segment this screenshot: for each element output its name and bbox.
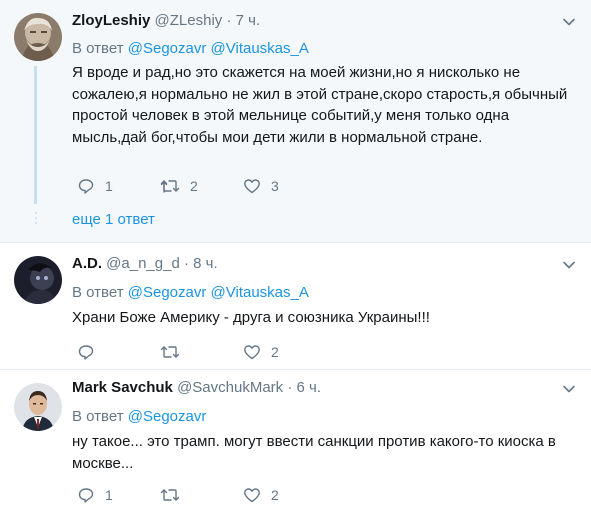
reply-icon [78, 179, 94, 194]
like-icon [244, 488, 260, 503]
username[interactable]: @a_n_g_d [106, 255, 180, 272]
like-icon [244, 179, 260, 194]
username[interactable]: @SavchukMark [177, 379, 283, 396]
tweet-actions: 2 [72, 341, 492, 363]
reply-button[interactable] [77, 341, 105, 363]
retweet-icon [160, 489, 180, 501]
tweet-text: Храни Боже Америку - друга и союзника Ук… [72, 309, 430, 326]
tweet-zloyleshiy[interactable]: ZloyLeshiy @ZLeshiy · 7 ч. В ответ @Sego… [0, 0, 591, 242]
timestamp[interactable]: 8 ч. [193, 255, 218, 272]
reply-icon [78, 345, 94, 360]
timestamp[interactable]: 6 ч. [297, 379, 322, 396]
like-count: 2 [271, 487, 279, 503]
reply-prefix: В ответ [72, 40, 124, 57]
reply-button[interactable]: 1 [77, 175, 113, 197]
tweet-text: Я вроде и рад,но это скажется на моей жи… [72, 64, 568, 146]
like-count: 2 [271, 344, 279, 360]
like-button[interactable]: 3 [243, 175, 279, 197]
like-icon [244, 345, 260, 360]
chevron-down-icon[interactable] [562, 258, 576, 272]
mention-link[interactable]: @Vitauskas_A [211, 284, 309, 301]
tweet-header: A.D. @a_n_g_d · 8 ч. [72, 254, 218, 274]
separator-dot: · [287, 379, 293, 396]
reply-context: В ответ @Segozavr @Vitauskas_A [72, 39, 309, 59]
mention-link[interactable]: @Segozavr [128, 284, 207, 301]
reply-prefix: В ответ [72, 408, 124, 425]
chevron-down-icon[interactable] [562, 15, 576, 29]
timestamp[interactable]: 7 ч. [236, 12, 261, 29]
reply-icon [78, 488, 94, 503]
mention-link[interactable]: @Segozavr [128, 40, 207, 57]
avatar[interactable] [14, 383, 62, 431]
reply-count: 1 [105, 487, 113, 503]
tweet-a-d[interactable]: A.D. @a_n_g_d · 8 ч. В ответ @Segozavr @… [0, 243, 591, 369]
tweet-actions: 1 2 3 [72, 175, 492, 197]
chevron-down-icon[interactable] [562, 382, 576, 396]
retweet-button[interactable] [160, 341, 190, 363]
tweet-text: ну такое... это трамп. могут ввести санк… [72, 433, 556, 472]
reply-button[interactable]: 1 [77, 484, 113, 506]
reply-count: 1 [105, 178, 113, 194]
username[interactable]: @ZLeshiy [155, 12, 223, 29]
show-more-replies-link[interactable]: еще 1 ответ [72, 210, 155, 230]
avatar[interactable] [14, 13, 62, 61]
tweet-mark-savchuk[interactable]: Mark Savchuk @SavchukMark · 6 ч. В ответ… [0, 370, 591, 512]
retweet-count: 2 [190, 178, 198, 194]
display-name[interactable]: Mark Savchuk [72, 379, 173, 396]
tweet-header: Mark Savchuk @SavchukMark · 6 ч. [72, 378, 321, 398]
retweet-icon [160, 346, 180, 358]
mention-link[interactable]: @Vitauskas_A [211, 40, 309, 57]
tweet-header: ZloyLeshiy @ZLeshiy · 7 ч. [72, 11, 260, 31]
mention-link[interactable]: @Segozavr [128, 408, 207, 425]
display-name[interactable]: A.D. [72, 255, 102, 272]
reply-context: В ответ @Segozavr @Vitauskas_A [72, 283, 309, 303]
reply-prefix: В ответ [72, 284, 124, 301]
reply-context: В ответ @Segozavr [72, 407, 206, 427]
separator-dot: · [183, 255, 189, 272]
like-button[interactable]: 2 [243, 484, 279, 506]
retweet-icon [160, 180, 180, 193]
separator-dot: · [226, 12, 232, 29]
retweet-button[interactable] [160, 484, 190, 506]
like-count: 3 [271, 178, 279, 194]
avatar[interactable] [14, 256, 62, 304]
like-button[interactable]: 2 [243, 341, 279, 363]
tweet-actions: 1 2 [72, 484, 492, 506]
display-name[interactable]: ZloyLeshiy [72, 12, 150, 29]
retweet-button[interactable]: 2 [160, 175, 198, 197]
